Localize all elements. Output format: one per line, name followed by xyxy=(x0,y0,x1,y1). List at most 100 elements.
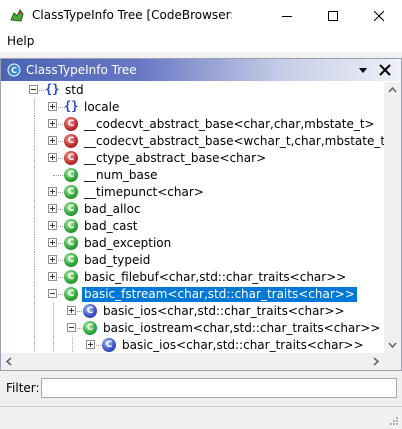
tree-guide-line xyxy=(34,235,35,252)
status-bar xyxy=(0,406,402,429)
class-green-icon xyxy=(64,202,78,216)
tree-item-label[interactable]: std xyxy=(63,83,86,98)
scroll-down-icon[interactable] xyxy=(384,336,401,353)
tree-item-label[interactable]: bad_exception xyxy=(82,236,173,251)
tree-row[interactable]: __timepunct<char> xyxy=(1,184,384,201)
expand-icon[interactable] xyxy=(48,238,57,247)
tree-row[interactable]: basic_ios<char,std::char_traits<char>> xyxy=(1,337,384,353)
class-green-icon xyxy=(64,185,78,199)
pane-close-button[interactable] xyxy=(377,62,393,78)
tree-item-label[interactable]: __num_base xyxy=(82,168,160,183)
tree-guide-line xyxy=(53,303,54,320)
expand-icon[interactable] xyxy=(48,221,57,230)
tree-row[interactable]: __num_base xyxy=(1,167,384,184)
tree-row[interactable]: basic_fstream<char,std::char_traits<char… xyxy=(1,286,384,303)
scroll-up-icon[interactable] xyxy=(384,82,401,99)
expand-icon[interactable] xyxy=(48,136,57,145)
tree-row[interactable]: basic_iostream<char,std::char_traits<cha… xyxy=(1,320,384,337)
expand-icon[interactable] xyxy=(48,119,57,128)
scrollbar-corner xyxy=(384,353,401,370)
expand-icon[interactable] xyxy=(48,204,57,213)
namespace-icon: {} xyxy=(45,82,60,96)
class-red-icon xyxy=(64,151,78,165)
tree-item-label[interactable]: __timepunct<char> xyxy=(82,185,206,200)
collapse-icon[interactable] xyxy=(67,323,76,332)
expand-icon[interactable] xyxy=(48,255,57,264)
collapse-icon[interactable] xyxy=(29,85,38,94)
scroll-right-icon[interactable] xyxy=(367,353,384,370)
pane-title: ClassTypeInfo Tree xyxy=(26,63,137,77)
class-green-icon xyxy=(64,168,78,182)
class-tree[interactable]: {}std{}locale__codecvt_abstract_base<cha… xyxy=(1,82,384,353)
tree-item-label[interactable]: basic_iostream<char,std::char_traits<cha… xyxy=(101,321,382,336)
tree-item-label[interactable]: __ctype_abstract_base<char> xyxy=(82,151,268,166)
close-icon xyxy=(379,64,391,76)
tree-item-label[interactable]: basic_ios<char,std::char_traits<char>> xyxy=(120,338,366,353)
tree-guide-line xyxy=(53,320,54,337)
expand-icon[interactable] xyxy=(48,187,57,196)
maximize-button[interactable] xyxy=(310,0,356,32)
tree-row[interactable]: __codecvt_abstract_base<wchar_t,char,mbs… xyxy=(1,133,384,150)
close-icon xyxy=(374,11,384,21)
class-red-icon xyxy=(64,134,78,148)
tree-item-label[interactable]: basic_ios<char,std::char_traits<char>> xyxy=(101,304,347,319)
tree-row[interactable]: bad_alloc xyxy=(1,201,384,218)
tree-guide-line xyxy=(34,303,35,320)
expand-icon[interactable] xyxy=(86,340,95,349)
tree-guide-line xyxy=(34,116,35,133)
tree-item-label[interactable]: __codecvt_abstract_base<wchar_t,char,mbs… xyxy=(82,134,384,149)
minimize-button[interactable] xyxy=(264,0,310,32)
chevron-down-icon xyxy=(359,68,367,73)
tree-row[interactable]: basic_filebuf<char,std::char_traits<char… xyxy=(1,269,384,286)
close-window-button[interactable] xyxy=(356,0,402,32)
tree-item-label[interactable]: basic_filebuf<char,std::char_traits<char… xyxy=(82,270,348,285)
tree-item-label[interactable]: bad_cast xyxy=(82,219,140,234)
horizontal-scrollbar[interactable] xyxy=(1,353,384,370)
tree-row[interactable]: {} std xyxy=(1,82,384,99)
tree-guide-line xyxy=(34,252,35,269)
tree-item-label[interactable]: __codecvt_abstract_base<char,char,mbstat… xyxy=(82,117,377,132)
tree-guide-line xyxy=(34,201,35,218)
scroll-left-icon[interactable] xyxy=(1,353,18,370)
pane-header: C ClassTypeInfo Tree xyxy=(1,59,401,81)
tree-row[interactable]: bad_cast xyxy=(1,218,384,235)
tree-row[interactable]: basic_ios<char,std::char_traits<char>> xyxy=(1,303,384,320)
menu-bar: Help xyxy=(0,32,402,52)
tree-row[interactable]: __codecvt_abstract_base<char,char,mbstat… xyxy=(1,116,384,133)
tree-guide-line xyxy=(34,320,35,337)
tree-row[interactable]: {} locale xyxy=(1,99,384,116)
tree-item-label[interactable]: basic_fstream<char,std::char_traits<char… xyxy=(81,286,358,303)
title-bar: ClassTypeInfo Tree [CodeBrowser: xyxy=(0,0,402,32)
svg-text:C: C xyxy=(11,66,17,75)
collapse-icon[interactable] xyxy=(48,289,57,298)
resize-grip-icon[interactable] xyxy=(389,416,399,426)
filter-label: Filter: xyxy=(6,381,40,395)
expand-icon[interactable] xyxy=(67,306,76,315)
class-green-icon xyxy=(83,321,97,335)
tree-row[interactable]: bad_typeid xyxy=(1,252,384,269)
tree-guide-line xyxy=(34,184,35,201)
menu-help[interactable]: Help xyxy=(7,34,34,48)
filter-input[interactable] xyxy=(41,378,397,398)
class-green-icon xyxy=(64,287,78,301)
class-blue-icon xyxy=(83,304,97,318)
tree-item-label[interactable]: bad_alloc xyxy=(82,202,143,217)
maximize-icon xyxy=(328,11,338,21)
expand-icon[interactable] xyxy=(48,102,57,111)
expand-icon[interactable] xyxy=(48,272,57,281)
tree-guide-line xyxy=(34,269,35,286)
expand-icon[interactable] xyxy=(48,153,57,162)
pane-menu-button[interactable] xyxy=(355,63,371,77)
class-green-icon xyxy=(64,270,78,284)
tree-row[interactable]: __ctype_abstract_base<char> xyxy=(1,150,384,167)
class-green-icon xyxy=(64,253,78,267)
tree-item-label[interactable]: locale xyxy=(82,100,121,115)
tree-row[interactable]: bad_exception xyxy=(1,235,384,252)
tree-guide-line xyxy=(34,99,35,116)
tree-guide-line xyxy=(34,218,35,235)
vertical-scrollbar[interactable] xyxy=(384,82,401,353)
tree-item-label[interactable]: bad_typeid xyxy=(82,253,152,268)
tree-guide-line xyxy=(72,337,73,353)
minimize-icon xyxy=(282,16,292,17)
class-green-icon xyxy=(64,236,78,250)
